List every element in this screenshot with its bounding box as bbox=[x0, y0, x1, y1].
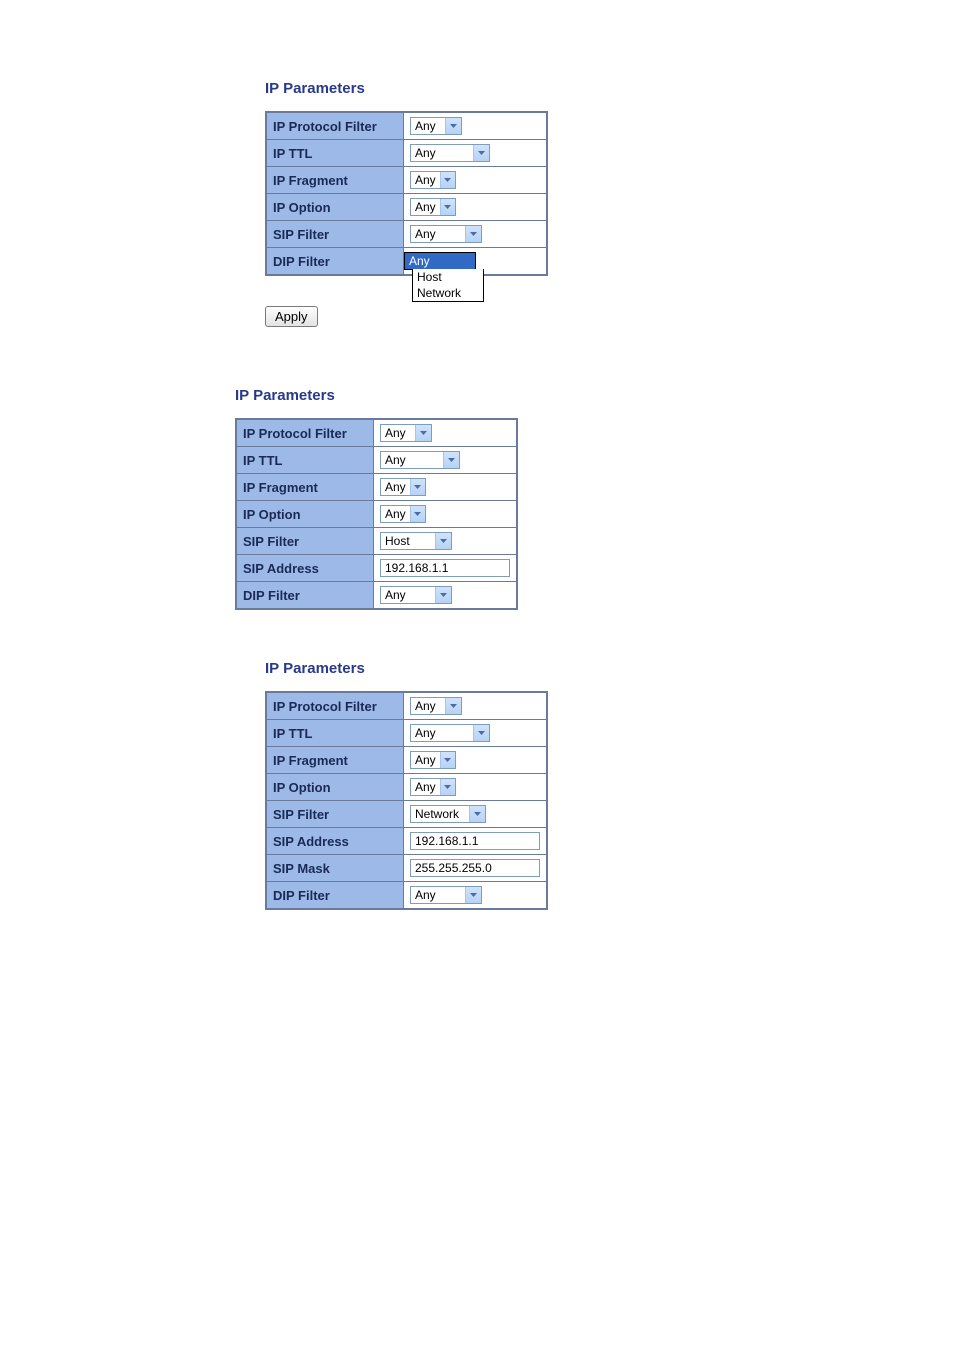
dip-filter-select[interactable]: Any bbox=[410, 886, 482, 904]
section-title: IP Parameters bbox=[235, 387, 795, 404]
ip-ttl-select[interactable]: Any bbox=[410, 144, 490, 162]
label-sip-address: SIP Address bbox=[236, 555, 374, 582]
ip-parameters-section-2: IP Parameters IP Protocol Filter Any IP … bbox=[235, 387, 795, 610]
ip-parameters-section-3: IP Parameters IP Protocol Filter Any IP … bbox=[235, 660, 795, 910]
chevron-down-icon bbox=[473, 725, 489, 741]
label-ip-fragment: IP Fragment bbox=[236, 474, 374, 501]
ip-parameters-table: IP Protocol Filter Any IP TTL Any bbox=[265, 111, 548, 276]
apply-button[interactable]: Apply bbox=[265, 306, 318, 327]
label-ip-option: IP Option bbox=[266, 194, 404, 221]
chevron-down-icon bbox=[440, 172, 455, 188]
sip-filter-select[interactable]: Network bbox=[410, 805, 486, 823]
label-ip-ttl: IP TTL bbox=[236, 447, 374, 474]
chevron-down-icon bbox=[465, 226, 481, 242]
ip-ttl-select[interactable]: Any bbox=[410, 724, 490, 742]
ip-fragment-select[interactable]: Any bbox=[380, 478, 426, 496]
chevron-down-icon bbox=[440, 752, 455, 768]
dip-filter-option-any[interactable]: Any bbox=[405, 253, 475, 269]
chevron-down-icon bbox=[445, 698, 461, 714]
chevron-down-icon bbox=[410, 479, 425, 495]
label-sip-filter: SIP Filter bbox=[266, 221, 404, 248]
label-ip-option: IP Option bbox=[266, 774, 404, 801]
chevron-down-icon bbox=[415, 425, 431, 441]
section-title: IP Parameters bbox=[265, 660, 795, 677]
label-sip-mask: SIP Mask bbox=[266, 855, 404, 882]
dip-filter-option-network[interactable]: Network bbox=[413, 285, 483, 301]
label-ip-fragment: IP Fragment bbox=[266, 747, 404, 774]
ip-option-select[interactable]: Any bbox=[410, 198, 456, 216]
dip-filter-select-open[interactable]: Any bbox=[404, 252, 476, 270]
ip-option-select[interactable]: Any bbox=[410, 778, 456, 796]
ip-option-select[interactable]: Any bbox=[380, 505, 426, 523]
chevron-down-icon bbox=[435, 587, 451, 603]
sip-address-input[interactable] bbox=[380, 559, 510, 577]
label-ip-protocol-filter: IP Protocol Filter bbox=[266, 112, 404, 140]
chevron-down-icon bbox=[440, 199, 455, 215]
ip-protocol-filter-select[interactable]: Any bbox=[380, 424, 432, 442]
chevron-down-icon bbox=[465, 887, 481, 903]
label-ip-fragment: IP Fragment bbox=[266, 167, 404, 194]
label-dip-filter: DIP Filter bbox=[266, 248, 404, 276]
chevron-down-icon bbox=[473, 145, 489, 161]
ip-ttl-select[interactable]: Any bbox=[380, 451, 460, 469]
label-dip-filter: DIP Filter bbox=[236, 582, 374, 610]
dip-filter-dropdown-list[interactable]: Host Network bbox=[412, 269, 484, 302]
chevron-down-icon bbox=[440, 779, 455, 795]
section-title: IP Parameters bbox=[265, 80, 795, 97]
label-ip-ttl: IP TTL bbox=[266, 720, 404, 747]
chevron-down-icon bbox=[443, 452, 459, 468]
label-ip-ttl: IP TTL bbox=[266, 140, 404, 167]
label-sip-filter: SIP Filter bbox=[236, 528, 374, 555]
dip-filter-option-host[interactable]: Host bbox=[413, 269, 483, 285]
sip-filter-select[interactable]: Any bbox=[410, 225, 482, 243]
chevron-down-icon bbox=[435, 533, 451, 549]
chevron-down-icon bbox=[410, 506, 425, 522]
ip-fragment-select[interactable]: Any bbox=[410, 171, 456, 189]
chevron-down-icon bbox=[445, 118, 461, 134]
ip-protocol-filter-select[interactable]: Any bbox=[410, 697, 462, 715]
label-ip-protocol-filter: IP Protocol Filter bbox=[266, 692, 404, 720]
ip-fragment-select[interactable]: Any bbox=[410, 751, 456, 769]
dip-filter-select[interactable]: Any bbox=[380, 586, 452, 604]
ip-parameters-table: IP Protocol Filter Any IP TTL Any bbox=[265, 691, 548, 910]
sip-filter-select[interactable]: Host bbox=[380, 532, 452, 550]
label-ip-protocol-filter: IP Protocol Filter bbox=[236, 419, 374, 447]
ip-parameters-section-1: IP Parameters IP Protocol Filter Any IP … bbox=[235, 80, 795, 327]
ip-parameters-table: IP Protocol Filter Any IP TTL Any bbox=[235, 418, 518, 610]
sip-address-input[interactable] bbox=[410, 832, 540, 850]
label-sip-address: SIP Address bbox=[266, 828, 404, 855]
chevron-down-icon bbox=[469, 806, 485, 822]
label-sip-filter: SIP Filter bbox=[266, 801, 404, 828]
sip-mask-input[interactable] bbox=[410, 859, 540, 877]
ip-protocol-filter-select[interactable]: Any bbox=[410, 117, 462, 135]
label-dip-filter: DIP Filter bbox=[266, 882, 404, 910]
label-ip-option: IP Option bbox=[236, 501, 374, 528]
